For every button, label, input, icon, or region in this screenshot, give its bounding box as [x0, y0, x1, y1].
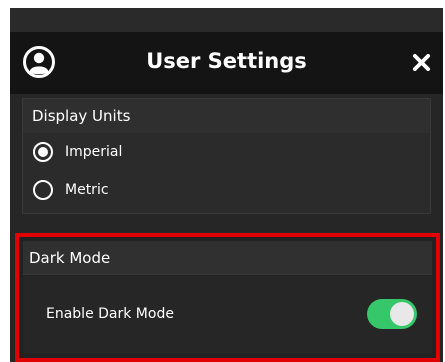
dark-mode-title: Dark Mode — [23, 241, 432, 275]
dark-mode-body: Enable Dark Mode — [23, 276, 432, 353]
header-bar: User Settings — [10, 32, 443, 94]
radio-label: Imperial — [65, 144, 123, 160]
close-icon[interactable] — [412, 53, 431, 72]
dark-mode-toggle[interactable] — [367, 299, 417, 329]
radio-dot — [38, 147, 48, 157]
display-units-title: Display Units — [23, 99, 430, 133]
display-units-card: Display Units Imperial Metric — [22, 98, 431, 214]
page-title: User Settings — [146, 49, 307, 73]
radio-option-imperial[interactable]: Imperial — [23, 133, 430, 171]
radio-label: Metric — [65, 182, 109, 198]
dark-mode-card-highlighted: Dark Mode Enable Dark Mode — [15, 233, 440, 362]
enable-dark-mode-label: Enable Dark Mode — [46, 306, 174, 322]
top-strip — [10, 8, 443, 32]
settings-panel: User Settings Display Units Imperial Met… — [10, 8, 443, 362]
toggle-knob — [390, 302, 414, 326]
radio-option-metric[interactable]: Metric — [23, 171, 430, 209]
radio-button-selected[interactable] — [33, 142, 53, 162]
radio-button-unselected[interactable] — [33, 180, 53, 200]
